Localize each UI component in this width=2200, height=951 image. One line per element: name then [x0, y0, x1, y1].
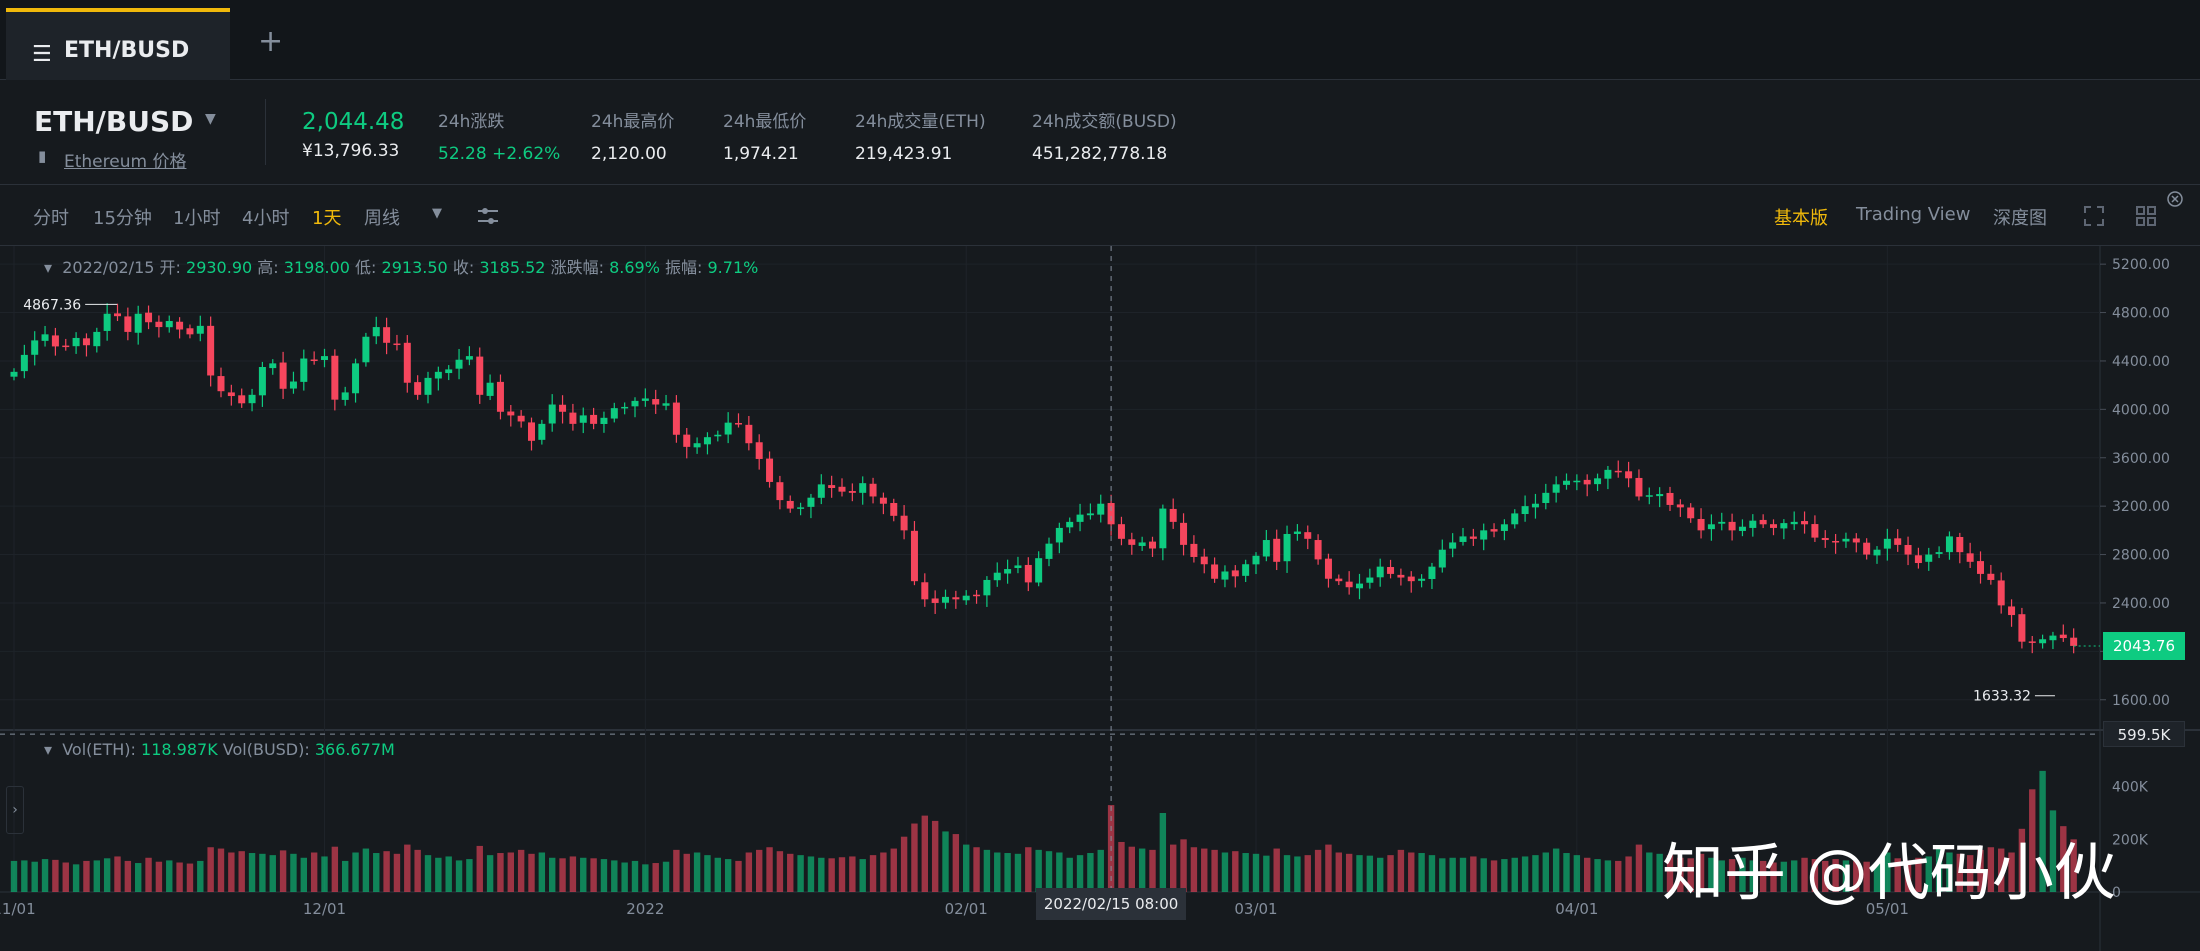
chart-area[interactable]: 5200.00 4800.00 4400.00 4000.00 3600.00 3200.…	[0, 246, 2200, 951]
crosshair-time-label: 2022/02/15 08:00	[1036, 888, 1187, 920]
watermark-text: 知乎 @代码小伙	[1662, 836, 2116, 909]
chevron-down-icon[interactable]: ▼	[432, 206, 442, 221]
coin-info-link[interactable]: Ethereum 价格	[64, 147, 186, 172]
volume-marker-label: 599.5K	[2103, 721, 2185, 748]
ohlc-low-label: 低:	[355, 258, 377, 277]
view-depth[interactable]: 深度图	[1993, 204, 2047, 230]
ohlc-close-label: 收:	[452, 258, 475, 277]
current-price-label: 2043.76	[2103, 632, 2185, 661]
menu-icon[interactable]: ☰	[32, 42, 52, 67]
cny-price: ¥13,796.33	[302, 141, 400, 161]
interval-1h[interactable]: 1小时	[173, 204, 220, 230]
divider	[265, 99, 266, 165]
last-price: 2,044.48	[302, 109, 405, 135]
stat-value: 451,282,778.18	[1032, 144, 1168, 164]
tab-label: ETH/BUSD	[64, 38, 190, 63]
interval-15m[interactable]: 15分钟	[93, 204, 152, 230]
ohlc-change-label: 涨跌幅:	[550, 258, 604, 277]
view-tradingview[interactable]: Trading View	[1856, 204, 1970, 225]
top-tab-bar: ☰ ETH/BUSD +	[0, 0, 2200, 80]
stat-value: 219,423.91	[855, 144, 953, 164]
vol-eth-value: 118.987K	[141, 740, 218, 759]
chevron-down-icon[interactable]: ▼	[205, 111, 216, 127]
legend-caret-icon[interactable]: ▾	[44, 258, 52, 277]
ohlc-low: 2913.50	[381, 258, 448, 277]
volume-legend: ▾ Vol(ETH): 118.987K Vol(BUSD): 366.677M	[44, 740, 395, 759]
document-icon: ▮	[38, 147, 47, 165]
ohlc-date: 2022/02/15	[62, 258, 155, 277]
ohlc-high-label: 高:	[257, 258, 279, 277]
settings-sliders-icon[interactable]	[476, 204, 500, 228]
fullscreen-icon[interactable]	[2082, 204, 2106, 228]
stat-label: 24h最低价	[723, 112, 807, 132]
stat-label: 24h最高价	[591, 112, 675, 132]
plus-icon[interactable]: +	[258, 24, 283, 59]
ohlc-open: 2930.90	[186, 258, 253, 277]
vol-busd-label: Vol(BUSD):	[222, 740, 310, 759]
stat-value: 52.28 +2.62%	[438, 144, 561, 164]
ohlc-close: 3185.52	[479, 258, 546, 277]
ohlc-high: 3198.00	[283, 258, 350, 277]
ohlc-amp-label: 振幅:	[665, 258, 703, 277]
stat-label: 24h成交额(BUSD)	[1032, 112, 1177, 132]
stat-24h-volume-eth: 24h成交量(ETH) 219,423.91	[855, 107, 986, 164]
interval-time-sharing[interactable]: 分时	[33, 204, 69, 230]
interval-4h[interactable]: 4小时	[242, 204, 289, 230]
chart-toolbar: 分时 15分钟 1小时 4小时 1天 周线 ▼ 基本版 Trading View…	[0, 186, 2200, 246]
stat-24h-volume-busd: 24h成交额(BUSD) 451,282,778.18	[1032, 107, 1177, 164]
stat-value: 1,974.21	[723, 144, 799, 164]
legend-caret-icon[interactable]: ▾	[44, 740, 52, 759]
chevron-right-icon[interactable]: ›	[6, 786, 24, 834]
close-icon[interactable]	[2166, 190, 2184, 208]
ohlc-legend: ▾ 2022/02/15 开: 2930.90 高: 3198.00 低: 29…	[44, 254, 758, 278]
ohlc-open-label: 开:	[159, 258, 181, 277]
grid-layout-icon[interactable]	[2134, 204, 2158, 228]
stat-label: 24h成交量(ETH)	[855, 112, 986, 132]
vol-busd-value: 366.677M	[314, 740, 395, 759]
stat-24h-low: 24h最低价 1,974.21	[723, 107, 806, 164]
stat-label: 24h涨跌	[438, 112, 505, 132]
tab-eth-busd[interactable]: ☰ ETH/BUSD	[6, 8, 230, 80]
ohlc-change: 8.69%	[609, 258, 660, 277]
vol-eth-label: Vol(ETH):	[62, 740, 136, 759]
interval-weekly[interactable]: 周线	[364, 204, 400, 230]
ohlc-amp: 9.71%	[707, 258, 759, 277]
view-basic[interactable]: 基本版	[1774, 204, 1828, 230]
stat-24h-change: 24h涨跌 52.28 +2.62%	[438, 107, 560, 164]
interval-1d[interactable]: 1天	[312, 204, 341, 230]
stat-value: 2,120.00	[591, 144, 667, 164]
ticker-header: ETH/BUSD ▼ ▮ Ethereum 价格 2,044.48 ¥13,79…	[0, 81, 2200, 185]
symbol-title[interactable]: ETH/BUSD	[34, 105, 193, 138]
stat-24h-high: 24h最高价 2,120.00	[591, 107, 674, 164]
